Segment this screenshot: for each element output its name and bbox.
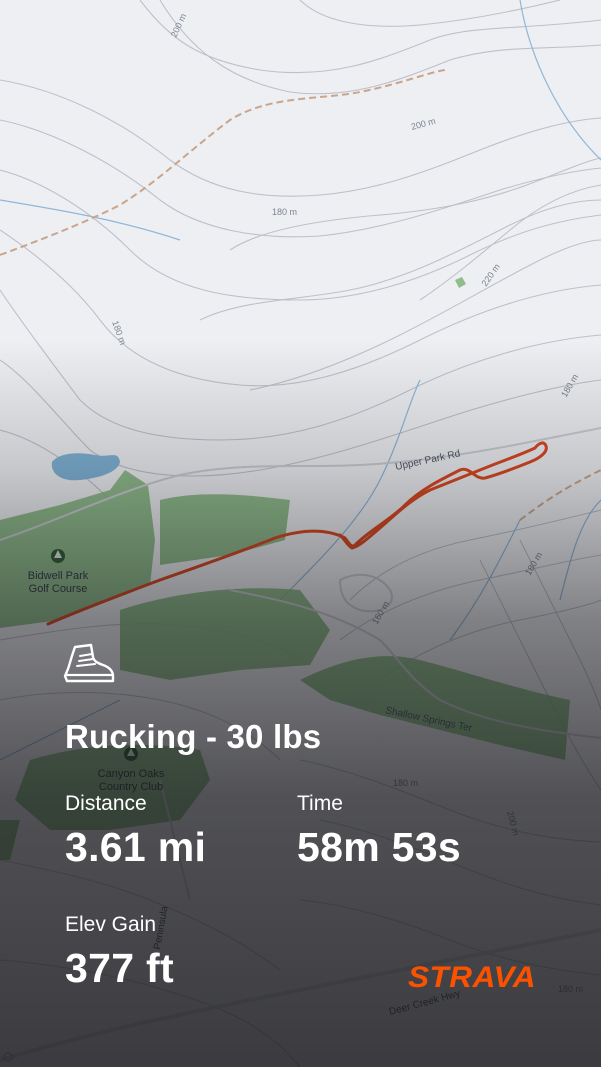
topographic-map[interactable]: 200 m 200 m 180 m 220 m 180 m 180 m 160 …	[0, 0, 601, 1067]
stat-label-elev-gain: Elev Gain	[65, 913, 157, 936]
stat-label-time: Time	[297, 792, 343, 815]
strava-logo: STRAVA	[408, 961, 536, 993]
place-label: Canyon Oaks	[98, 768, 165, 780]
activity-share-card: 200 m 200 m 180 m 220 m 180 m 180 m 160 …	[0, 0, 601, 1067]
stat-value-elev-gain: 377 ft	[65, 945, 174, 991]
stat-distance: Distance 3.61 mi	[65, 792, 206, 871]
contour-label: 180 m	[558, 984, 583, 994]
strava-wordmark: STRAVA	[408, 961, 536, 993]
stat-label-distance: Distance	[65, 792, 147, 815]
stat-value-time: 58m 53s	[297, 824, 461, 870]
contour-label: 180 m	[393, 778, 418, 788]
stat-value-distance: 3.61 mi	[65, 824, 207, 870]
stat-time: Time 58m 53s	[297, 792, 461, 871]
contour-label: 180 m	[272, 207, 297, 217]
activity-title: Rucking - 30 lbs	[65, 718, 322, 755]
stat-elev-gain: Elev Gain 377 ft	[65, 913, 174, 992]
hiking-boot-icon	[63, 643, 115, 683]
place-label: Bidwell Park	[28, 570, 89, 582]
place-label: Golf Course	[29, 583, 88, 595]
